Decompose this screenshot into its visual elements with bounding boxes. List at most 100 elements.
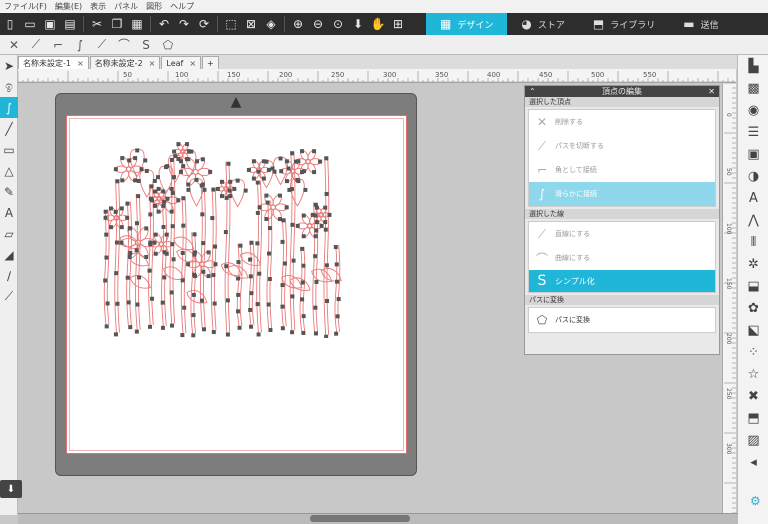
break-path-button[interactable]: ⟋ パスを切断する [529,134,715,158]
zoom-region-icon[interactable]: ⊙ [328,14,348,34]
pentagon-icon[interactable]: ⬠ [158,36,178,54]
zoom-in-icon[interactable]: ⊕ [288,14,308,34]
polygon-tool-icon[interactable]: △ [0,160,18,181]
line-style-icon[interactable]: ☰ [738,121,768,143]
curve-icon[interactable]: ⌒ [114,36,134,54]
tab-library[interactable]: ⬒ ライブラリ [578,13,670,35]
select-all-icon[interactable]: ⬚ [221,14,241,34]
print-icon[interactable]: ▤ [60,14,80,34]
edit-points-tool-icon[interactable]: ∫ [0,97,18,118]
replicate-icon[interactable]: ✲ [738,253,768,275]
text-tool-icon[interactable]: A [0,202,18,223]
text-to-path-icon[interactable]: ⋀ [738,209,768,231]
convert-to-path-button[interactable]: ⬠ パスに変換 [529,308,715,332]
eyedropper-tool-icon[interactable]: ⟋ [0,286,18,307]
pixscan-icon[interactable]: ▩ [738,77,768,99]
menu-file[interactable]: ファイル(F) [4,1,47,12]
deselect-icon[interactable]: ⊠ [241,14,261,34]
pen-tool-icon[interactable]: ✎ [0,181,18,202]
simplify-button[interactable]: S シンプル化 [529,270,715,292]
pan-hand-icon[interactable]: ✋ [368,14,388,34]
zoom-out-icon[interactable]: ⊖ [308,14,328,34]
contrast-icon[interactable]: ◑ [738,165,768,187]
fit-page-icon[interactable]: ⊞ [388,14,408,34]
tab-store[interactable]: ◕ ストア [507,13,579,35]
modify-icon[interactable]: ⬓ [738,275,768,297]
close-icon[interactable]: × [149,59,156,68]
sketch-icon[interactable]: ⁘ [738,341,768,363]
add-tab-button[interactable]: + [202,56,219,69]
text-style-icon[interactable]: A [738,187,768,209]
cross-icon[interactable]: ✖ [738,385,768,407]
corner-icon: ⌐ [536,163,548,177]
chevron-up-icon[interactable]: ⌃ [529,87,536,96]
simplify-icon[interactable]: S [136,36,156,54]
redo-icon[interactable]: ↷ [174,14,194,34]
lasso-tool-icon[interactable]: ඉ [0,76,18,97]
delete-icon: ✕ [536,115,548,129]
undo-icon[interactable]: ↶ [154,14,174,34]
ruler-label: 500 [591,71,604,79]
image-effects-icon[interactable]: ▣ [738,143,768,165]
menu-shape[interactable]: 図形 [146,1,162,12]
break-path-icon[interactable]: ⟋ [26,36,46,54]
doc-tab[interactable]: 名称未設定-2 × [89,56,161,69]
line-tool-icon[interactable]: ╱ [0,118,18,139]
line-actions: ⟋ 直線にする ⌒ 曲線にする S シンプル化 [528,221,716,293]
close-icon[interactable]: × [189,59,196,68]
smooth-join-button[interactable]: ∫ 滑らかに接続 [529,182,715,206]
library-panel-icon[interactable]: ⬒ [738,407,768,429]
trace-icon[interactable]: ⬕ [738,319,768,341]
corner-join-button[interactable]: ⌐ 角として接続 [529,158,715,182]
delete-vertex-icon[interactable]: ✕ [4,36,24,54]
menu-edit[interactable]: 編集(E) [55,1,82,12]
copy-icon[interactable]: ❐ [107,14,127,34]
paste-icon[interactable]: ▦ [127,14,147,34]
ruler-label: 100 [175,71,188,79]
send-to-library-icon[interactable]: ⬇ [0,480,22,498]
expand-icon[interactable]: ◂ [738,451,768,473]
menu-help[interactable]: ヘルプ [170,1,194,12]
rectangle-tool-icon[interactable]: ▭ [0,139,18,160]
offset-icon[interactable]: ✿ [738,297,768,319]
flower-design[interactable] [90,128,350,338]
delete-vertex-button[interactable]: ✕ 削除する [529,110,715,134]
close-icon[interactable]: × [77,59,84,68]
select-tool-icon[interactable]: ➤ [0,55,18,76]
open-folder-icon[interactable]: ▭ [20,14,40,34]
straighten-icon[interactable]: ⟋ [92,36,112,54]
settings-gear-icon[interactable]: ⚙ [750,494,761,508]
hatch-icon[interactable]: ▨ [738,429,768,451]
section-label: パスに変換 [525,295,719,305]
redraw-icon[interactable]: ⟳ [194,14,214,34]
close-icon[interactable]: ✕ [708,87,715,96]
fill-tool-icon[interactable]: ▱ [0,223,18,244]
scroll-thumb[interactable] [310,515,410,522]
page-setup-icon[interactable]: ▙ [738,55,768,77]
smooth-icon[interactable]: ∫ [70,36,90,54]
eraser-tool-icon[interactable]: ◢ [0,244,18,265]
star-icon[interactable]: ☆ [738,363,768,385]
pentagon-icon: ⬠ [536,313,548,327]
select-by-color-icon[interactable]: ◈ [261,14,281,34]
menu-view[interactable]: 表示 [90,1,106,12]
fill-color-icon[interactable]: ◉ [738,99,768,121]
save-icon[interactable]: ▣ [40,14,60,34]
knife-tool-icon[interactable]: ∕ [0,265,18,286]
ruler-label: 350 [435,71,448,79]
tab-send[interactable]: ▬ 送信 [669,13,733,35]
make-curve-button[interactable]: ⌒ 曲線にする [529,246,715,270]
menu-panel[interactable]: パネル [114,1,138,12]
corner-icon[interactable]: ⌐ [48,36,68,54]
make-straight-button[interactable]: ⟋ 直線にする [529,222,715,246]
doc-tab[interactable]: Leaf × [161,56,202,69]
move-down-icon[interactable]: ⬇ [348,14,368,34]
new-file-icon[interactable]: ▯ [0,14,20,34]
cut-icon[interactable]: ✂ [87,14,107,34]
align-icon[interactable]: ⫴ [738,231,768,253]
tab-design[interactable]: ▦ デザイン [426,13,508,35]
ruler-label: 150 [725,278,732,290]
ruler-label: 250 [331,71,344,79]
doc-tab[interactable]: 名称未設定-1 × [18,56,89,69]
feed-direction-arrow-icon: ▲ [230,94,242,110]
